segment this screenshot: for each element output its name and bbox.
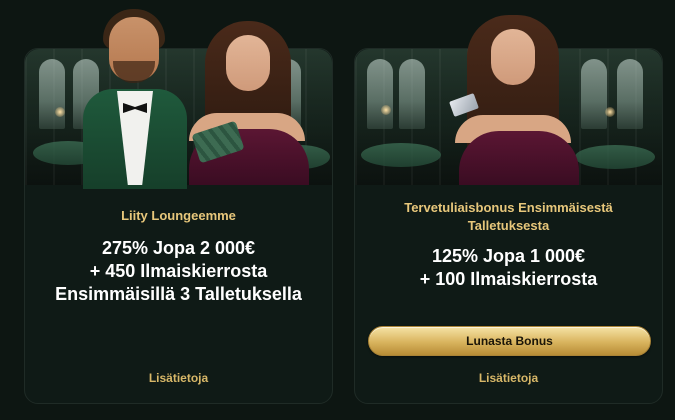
offer-headline-line-1: 125% Jopa 1 000€	[431, 246, 586, 266]
offer-subtitle-line-1: Tervetuliaisbonus Ensimmäisestä	[404, 200, 613, 215]
more-info-link[interactable]: Lisätietoja	[355, 371, 662, 385]
more-info-link[interactable]: Lisätietoja	[25, 371, 332, 385]
offer-card-loungeemme: Liity Loungeemme 275% Jopa 2 000€ + 450 …	[24, 9, 334, 404]
offer-subtitle: Liity Loungeemme	[121, 208, 236, 223]
offer-headline-line-1: 275% Jopa 2 000€	[101, 238, 256, 258]
offer-headline-line-2: + 450 Ilmaiskierrosta	[89, 261, 268, 281]
offer-subtitle-line-2: Talletuksesta	[467, 218, 550, 233]
offer-card-welcome-bonus: Tervetuliaisbonus Ensimmäisestä Talletuk…	[354, 15, 664, 404]
claim-bonus-button[interactable]: Lunasta Bonus	[368, 326, 651, 356]
host-woman-figure	[355, 15, 664, 189]
host-woman-figure	[25, 21, 334, 189]
offer-headline-line-3: Ensimmäisillä 3 Talletuksella	[55, 284, 302, 304]
offer-headline-line-2: + 100 Ilmaiskierrosta	[419, 269, 598, 289]
